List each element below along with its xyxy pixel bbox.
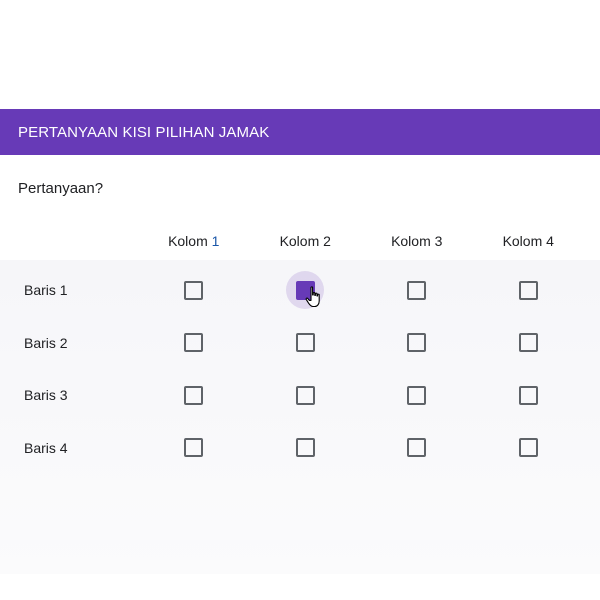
column-label-1: Kolom 1: [168, 233, 220, 249]
row-label-2: Baris 2: [24, 334, 68, 351]
row-label-4: Baris 4: [24, 439, 68, 456]
checkbox-r3-c4[interactable]: [518, 385, 538, 405]
hand-pointer-cursor-icon: [305, 286, 320, 308]
checkbox-r3-c1[interactable]: [184, 385, 204, 405]
grid-row-2: Baris 2: [0, 317, 600, 370]
checkbox-r1-c4[interactable]: [518, 280, 538, 300]
grid-row-4: Baris 4: [0, 422, 600, 475]
checkbox-r1-c1[interactable]: [184, 280, 204, 300]
checkbox-r4-c1[interactable]: [184, 438, 204, 458]
checkbox-r4-c3[interactable]: [407, 438, 427, 458]
column-label-3: Kolom 3: [391, 233, 443, 249]
checkbox-grid: Kolom 1 Kolom 2 Kolom 3 Kolom 4 Baris 1: [0, 222, 600, 574]
checkbox-r2-c4[interactable]: [518, 333, 538, 353]
form-page: PERTANYAAN KISI PILIHAN JAMAK Pertanyaan…: [0, 0, 600, 600]
checkbox-r2-c1[interactable]: [184, 333, 204, 353]
section-header: PERTANYAAN KISI PILIHAN JAMAK: [0, 109, 600, 155]
row-label-3: Baris 3: [24, 387, 68, 404]
checkbox-r4-c4[interactable]: [518, 438, 538, 458]
checkbox-r1-c3[interactable]: [407, 280, 427, 300]
checkbox-hover-ripple: [286, 271, 325, 310]
grid-row-1: Baris 1: [0, 264, 600, 317]
checkbox-r2-c2[interactable]: [295, 333, 315, 353]
checkbox-r3-c3[interactable]: [407, 385, 427, 405]
grid-row-3: Baris 3: [0, 369, 600, 422]
checkbox-r3-c2[interactable]: [295, 385, 315, 405]
row-label-1: Baris 1: [24, 282, 68, 299]
checkbox-r2-c3[interactable]: [407, 333, 427, 353]
grid-rows: Baris 1 Baris 2 Baris 3 Baris 4: [0, 260, 600, 574]
question-title: Pertanyaan?: [18, 180, 104, 197]
column-label-2: Kolom 2: [279, 233, 331, 249]
checkbox-r4-c2[interactable]: [295, 438, 315, 458]
grid-column-headers: Kolom 1 Kolom 2 Kolom 3 Kolom 4: [0, 222, 600, 260]
section-title: PERTANYAAN KISI PILIHAN JAMAK: [18, 123, 270, 141]
column-label-4: Kolom 4: [502, 233, 554, 249]
